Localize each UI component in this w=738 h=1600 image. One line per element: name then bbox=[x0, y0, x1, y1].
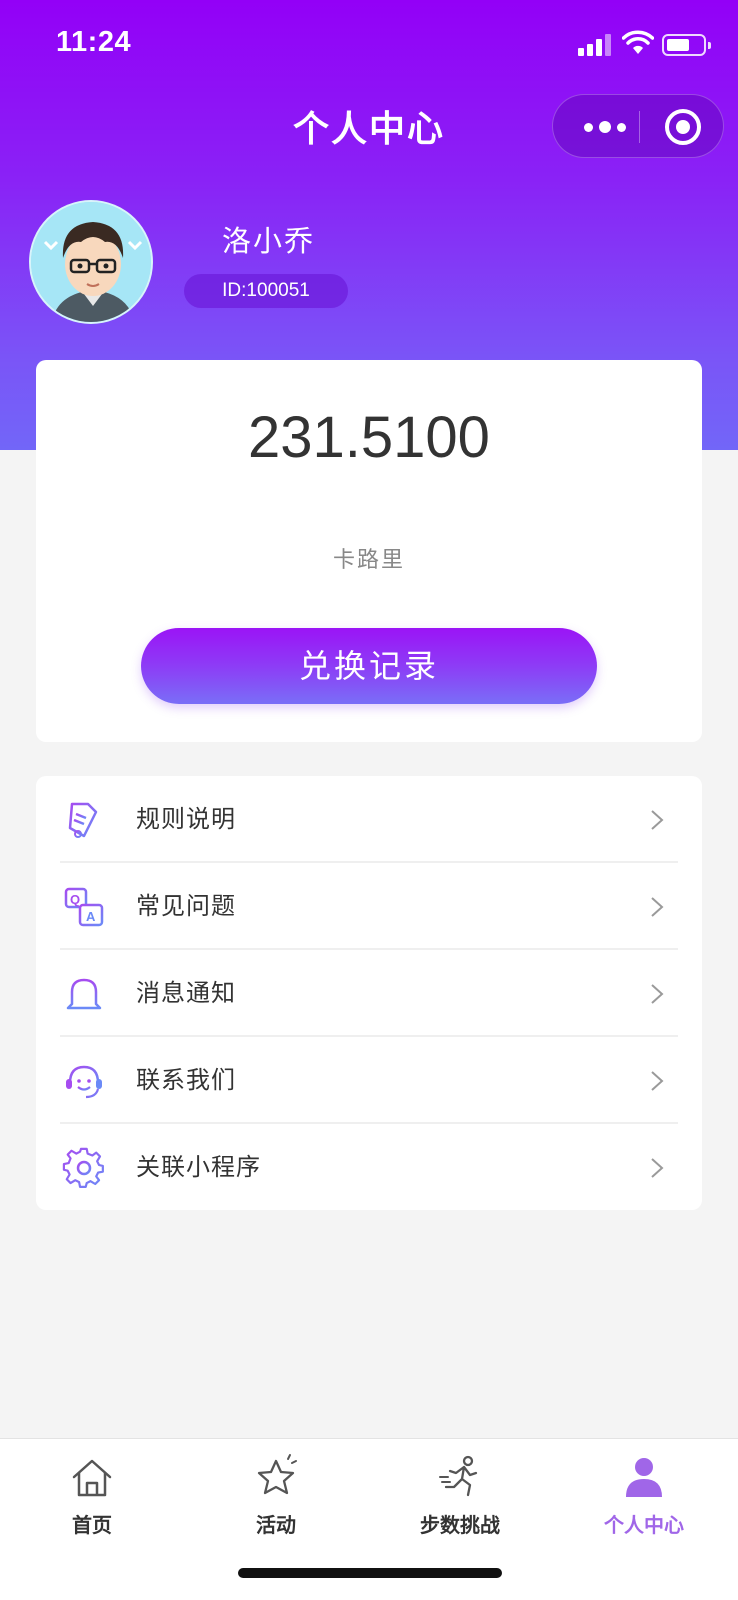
more-button[interactable] bbox=[573, 95, 637, 159]
status-bar: 11:24 bbox=[0, 0, 738, 92]
home-indicator bbox=[238, 1568, 502, 1578]
close-button[interactable] bbox=[665, 109, 701, 145]
menu-item-contact[interactable]: 联系我们 bbox=[36, 1037, 702, 1124]
calorie-value: 231.5100 bbox=[248, 405, 490, 470]
home-icon bbox=[72, 1459, 112, 1497]
user-id-badge: ID:100051 bbox=[184, 274, 348, 308]
menu-item-rules[interactable]: 规则说明 bbox=[36, 776, 702, 863]
person-icon bbox=[626, 1458, 662, 1497]
gear-icon bbox=[62, 1147, 104, 1188]
tab-profile[interactable]: 个人中心 bbox=[552, 1453, 736, 1553]
username: 洛小乔 bbox=[222, 224, 316, 258]
chevron-right-icon bbox=[651, 1158, 664, 1178]
menu-item-label: 规则说明 bbox=[136, 805, 236, 833]
tab-step-challenge[interactable]: 步数挑战 bbox=[368, 1453, 552, 1553]
menu-item-label: 常见问题 bbox=[136, 892, 236, 920]
bell-icon bbox=[66, 976, 102, 1014]
menu-item-faq[interactable]: Q A 常见问题 bbox=[36, 863, 702, 950]
svg-text:Q: Q bbox=[70, 892, 80, 907]
tab-label: 步数挑战 bbox=[420, 1513, 500, 1537]
tab-label: 活动 bbox=[256, 1513, 296, 1537]
tab-home[interactable]: 首页 bbox=[0, 1453, 184, 1553]
chevron-right-icon bbox=[651, 984, 664, 1004]
profile-page: 11:24 个人中心 洛小乔 ID:100051 231.5100 卡路里 兑换… bbox=[0, 0, 738, 1600]
star-icon bbox=[257, 1454, 297, 1495]
avatar[interactable] bbox=[29, 200, 153, 324]
tab-label: 首页 bbox=[72, 1513, 112, 1537]
tab-label: 个人中心 bbox=[604, 1513, 684, 1537]
mini-program-capsule bbox=[552, 94, 724, 158]
menu-item-label: 联系我们 bbox=[136, 1066, 236, 1094]
chevron-right-icon bbox=[651, 897, 664, 917]
calorie-unit: 卡路里 bbox=[332, 548, 405, 573]
document-icon bbox=[68, 802, 98, 838]
avatar-image bbox=[31, 202, 151, 322]
menu-item-linked-miniprogram[interactable]: 关联小程序 bbox=[36, 1124, 702, 1211]
tab-activity[interactable]: 活动 bbox=[184, 1453, 368, 1553]
menu-item-label: 消息通知 bbox=[136, 979, 236, 1007]
signal-icon bbox=[578, 32, 614, 56]
qa-icon: Q A bbox=[64, 887, 104, 927]
menu-item-notifications[interactable]: 消息通知 bbox=[36, 950, 702, 1037]
redeem-history-button[interactable]: 兑换记录 bbox=[141, 628, 597, 704]
chevron-right-icon bbox=[651, 1071, 664, 1091]
calorie-card: 231.5100 卡路里 兑换记录 bbox=[36, 360, 702, 742]
menu-list: 规则说明 Q A 常见问题 消息通知 联系我们 关联小程序 bbox=[36, 776, 702, 1210]
svg-text:A: A bbox=[86, 909, 96, 924]
runner-icon bbox=[439, 1455, 478, 1497]
chevron-right-icon bbox=[651, 810, 664, 830]
headset-icon bbox=[66, 1065, 102, 1099]
wifi-icon bbox=[622, 30, 654, 54]
battery-icon bbox=[662, 34, 711, 56]
menu-item-label: 关联小程序 bbox=[136, 1153, 261, 1181]
status-time: 11:24 bbox=[56, 26, 132, 58]
